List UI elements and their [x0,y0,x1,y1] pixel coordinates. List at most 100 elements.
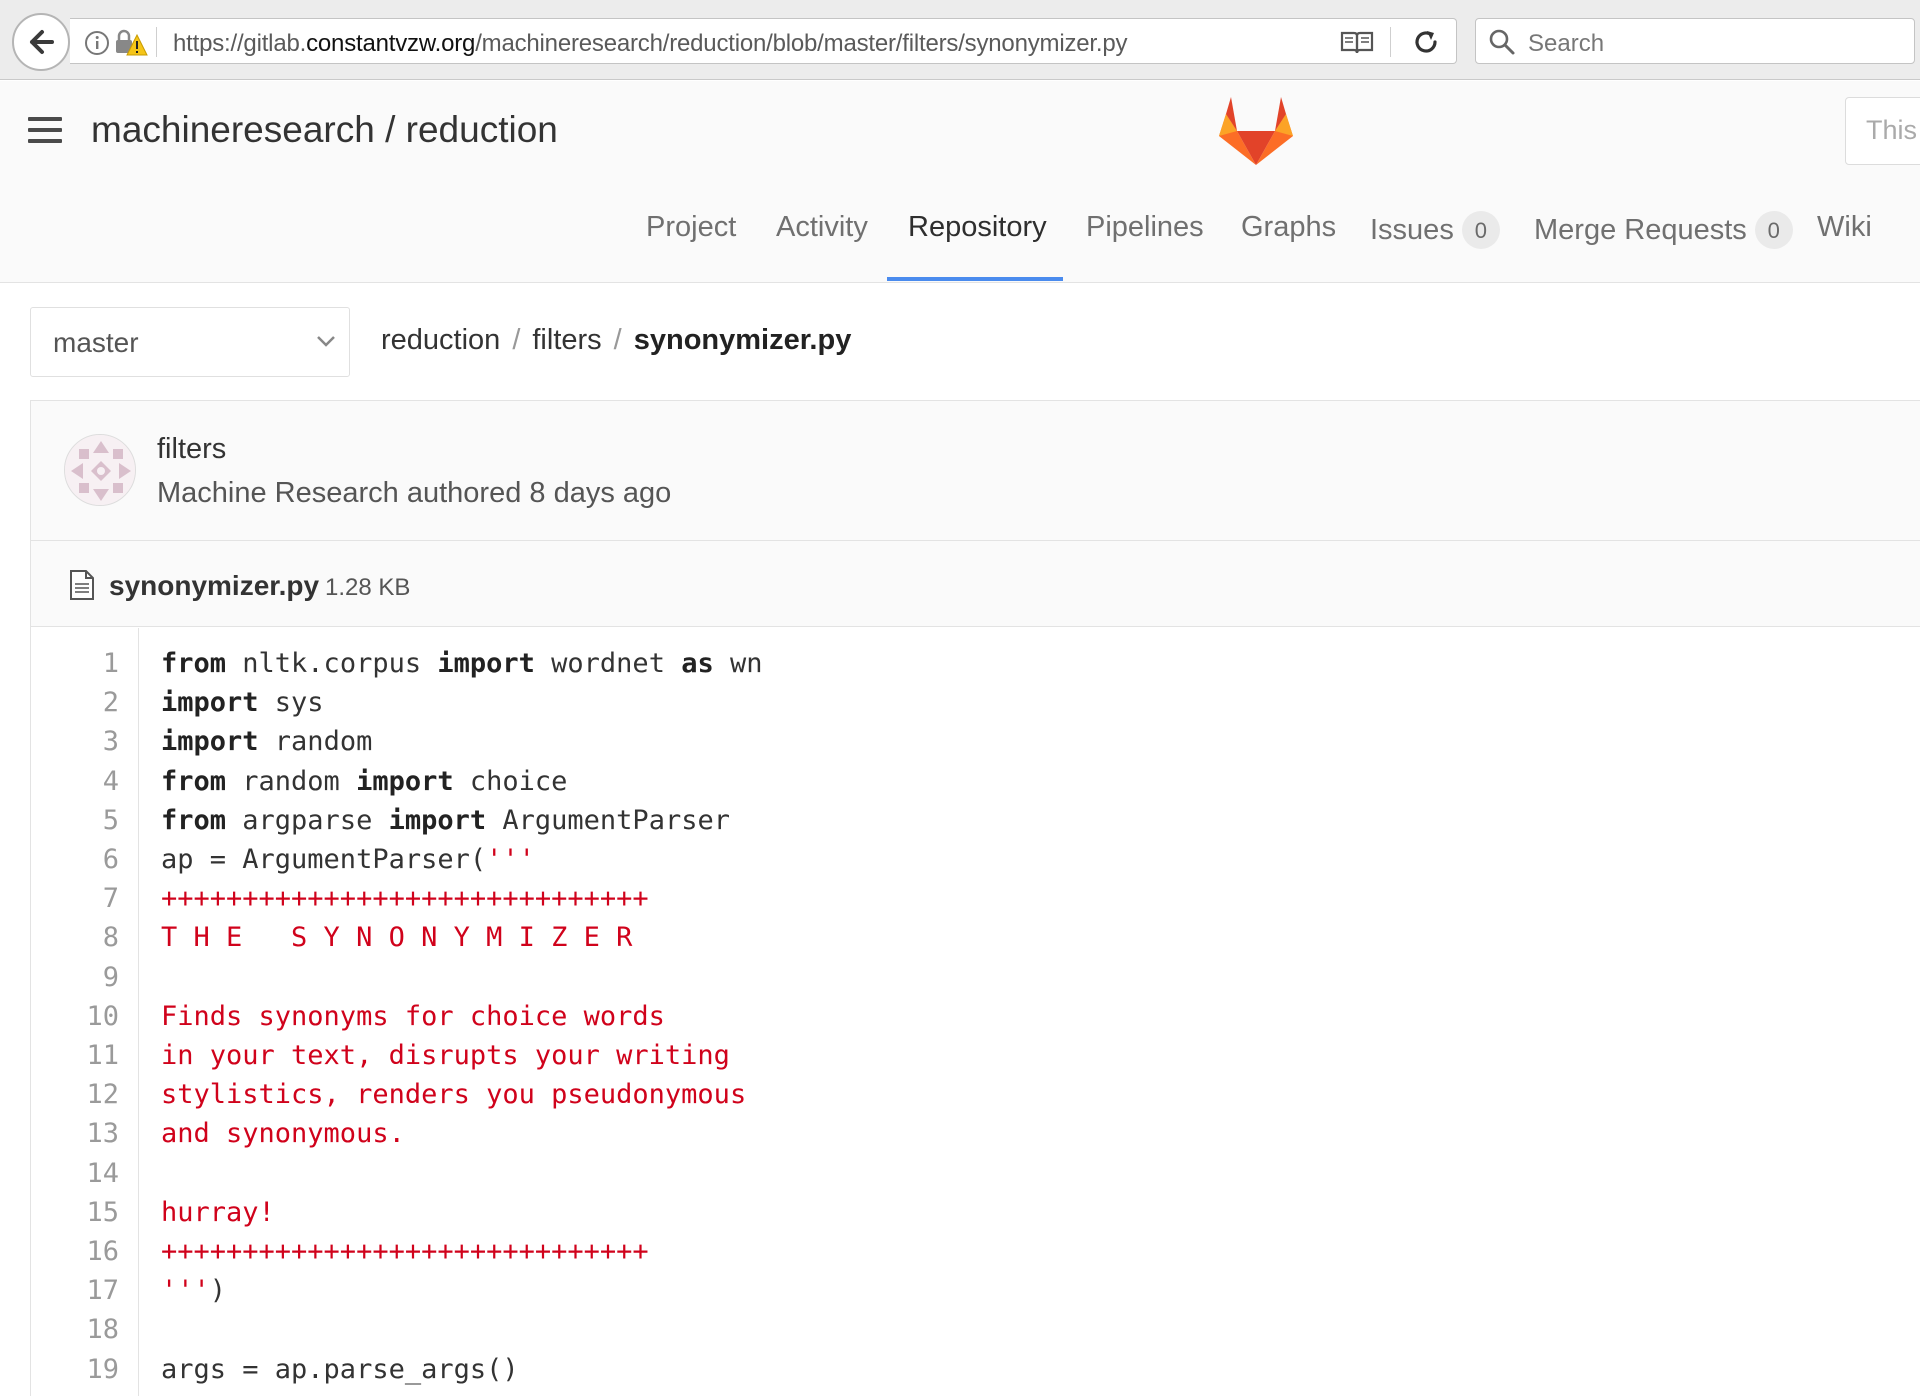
line-number[interactable]: 6 [31,844,119,875]
tab-label: Pipelines [1086,211,1204,243]
code-string: ++++++++++++++++++++++++++++++ [161,1236,649,1267]
gitlab-logo-icon[interactable] [1217,95,1295,167]
code-text: from random import choice [161,766,567,797]
project-title[interactable]: machineresearch / reduction [91,109,558,151]
tab-wiki[interactable]: Wiki [1817,211,1872,244]
code-token: nltk.corpus [242,648,438,679]
tab-graphs[interactable]: Graphs [1241,211,1336,244]
line-number[interactable]: 18 [31,1314,119,1345]
code-keyword: from [161,804,243,836]
code-line: 8 T H E S Y N O N Y M I Z E R [31,922,1831,961]
code-line: 15 hurray! [31,1197,1831,1236]
line-number[interactable]: 11 [31,1040,119,1071]
tab-merge-requests[interactable]: Merge Requests 0 [1534,211,1793,249]
search-placeholder: Search [1528,30,1605,57]
code-text: import sys [161,687,324,718]
line-number[interactable]: 16 [31,1236,119,1267]
url-path: /machineresearch/reduction/blob/master/f… [475,30,1128,57]
file-name: synonymizer.py [109,570,320,601]
tab-repository[interactable]: Repository [908,211,1047,244]
line-number[interactable]: 2 [31,687,119,718]
code-line: 13 and synonymous. [31,1118,1831,1157]
url-domain: constantvzw.org [306,30,476,57]
code-line: 14 [31,1158,1831,1197]
code-text: ++++++++++++++++++++++++++++++ [161,883,649,914]
line-number[interactable]: 13 [31,1118,119,1149]
insecure-lock-warning-icon[interactable] [114,29,148,57]
code-text: args = ap.parse_args() [161,1354,519,1385]
code-line: 5 from argparse import ArgumentParser [31,805,1831,844]
code-token: ap = ArgumentParser( [161,844,487,875]
reload-icon[interactable] [1412,28,1440,56]
line-number[interactable]: 1 [31,648,119,679]
tab-issues[interactable]: Issues 0 [1370,211,1500,249]
menu-icon[interactable] [28,117,62,150]
breadcrumb-repo-link[interactable]: reduction [381,324,500,356]
code-token: random [242,765,357,797]
code-line: 3 import random [31,726,1831,765]
line-number[interactable]: 14 [31,1158,119,1189]
code-line: 9 [31,962,1831,1001]
code-string: and synonymous. [161,1118,405,1150]
line-number[interactable]: 5 [31,805,119,836]
tab-activity[interactable]: Activity [776,211,868,244]
line-number[interactable]: 17 [31,1275,119,1306]
gitlab-header: machineresearch / reduction This Project… [0,81,1920,283]
project-search-input[interactable]: This [1845,97,1920,165]
url-text[interactable]: https://gitlab.constantvzw.org/machinere… [173,30,1127,58]
address-bar[interactable]: https://gitlab.constantvzw.org/machinere… [70,18,1457,64]
avatar[interactable] [64,434,136,506]
file-header: synonymizer.py 1.28 KB [31,541,1920,627]
code-string: in your text, disrupts your writing [161,1040,730,1071]
line-number[interactable]: 9 [31,962,119,993]
breadcrumb-current-file: synonymizer.py [633,324,852,356]
info-icon[interactable] [84,30,110,56]
code-viewer: 1 from nltk.corpus import wordnet as wn 2 i… [31,628,1920,1396]
code-text: T H E S Y N O N Y M I Z E R [161,922,632,953]
chevron-down-icon [317,336,335,347]
line-number[interactable]: 15 [31,1197,119,1228]
breadcrumb-separator: / [512,324,521,356]
identicon-icon [65,435,135,505]
line-number[interactable]: 7 [31,883,119,914]
line-number[interactable]: 4 [31,766,119,797]
browser-toolbar: https://gitlab.constantvzw.org/machinere… [0,0,1920,80]
breadcrumb: reduction / filters / synonymizer.py [381,324,851,357]
issues-count-badge: 0 [1461,211,1500,249]
breadcrumb-folder-link[interactable]: filters [532,324,601,356]
tab-label: Project [646,211,737,243]
search-icon [1489,29,1515,55]
branch-dropdown[interactable]: master [30,307,350,377]
line-number[interactable]: 3 [31,726,119,757]
code-text: and synonymous. [161,1118,405,1149]
code-line: 2 import sys [31,687,1831,726]
back-button[interactable] [12,13,70,71]
code-string: ''' [486,844,535,875]
code-line: 7 ++++++++++++++++++++++++++++++ [31,883,1831,922]
code-line: 1 from nltk.corpus import wordnet as wn [31,648,1831,687]
code-token: wn [729,648,763,679]
line-number[interactable]: 10 [31,1001,119,1032]
commit-title-link[interactable]: filters [157,433,226,466]
tab-pipelines[interactable]: Pipelines [1086,211,1204,244]
browser-search-field[interactable]: Search [1475,18,1915,64]
project-nav: Project Activity Repository Pipelines Gr… [0,203,1920,283]
code-string: T H E S Y N O N Y M I Z E R [161,922,633,954]
code-line: 18 [31,1314,1831,1353]
code-token: sys [274,687,324,719]
code-text: from nltk.corpus import wordnet as wn [161,648,763,679]
reader-view-icon[interactable] [1340,29,1374,55]
active-tab-indicator [887,277,1063,281]
arrow-left-icon [30,30,54,54]
tab-project[interactable]: Project [646,211,736,244]
code-token: wordnet [551,648,682,679]
tab-label: Issues [1370,213,1454,246]
line-number[interactable]: 12 [31,1079,119,1110]
code-token: choice [469,765,568,797]
code-string: ++++++++++++++++++++++++++++++ [161,883,649,915]
merge-requests-count-badge: 0 [1754,211,1793,249]
line-number[interactable]: 8 [31,922,119,953]
code-text: from argparse import ArgumentParser [161,805,730,836]
code-line: 6 ap = ArgumentParser(''' [31,844,1831,883]
line-number[interactable]: 19 [31,1354,119,1385]
